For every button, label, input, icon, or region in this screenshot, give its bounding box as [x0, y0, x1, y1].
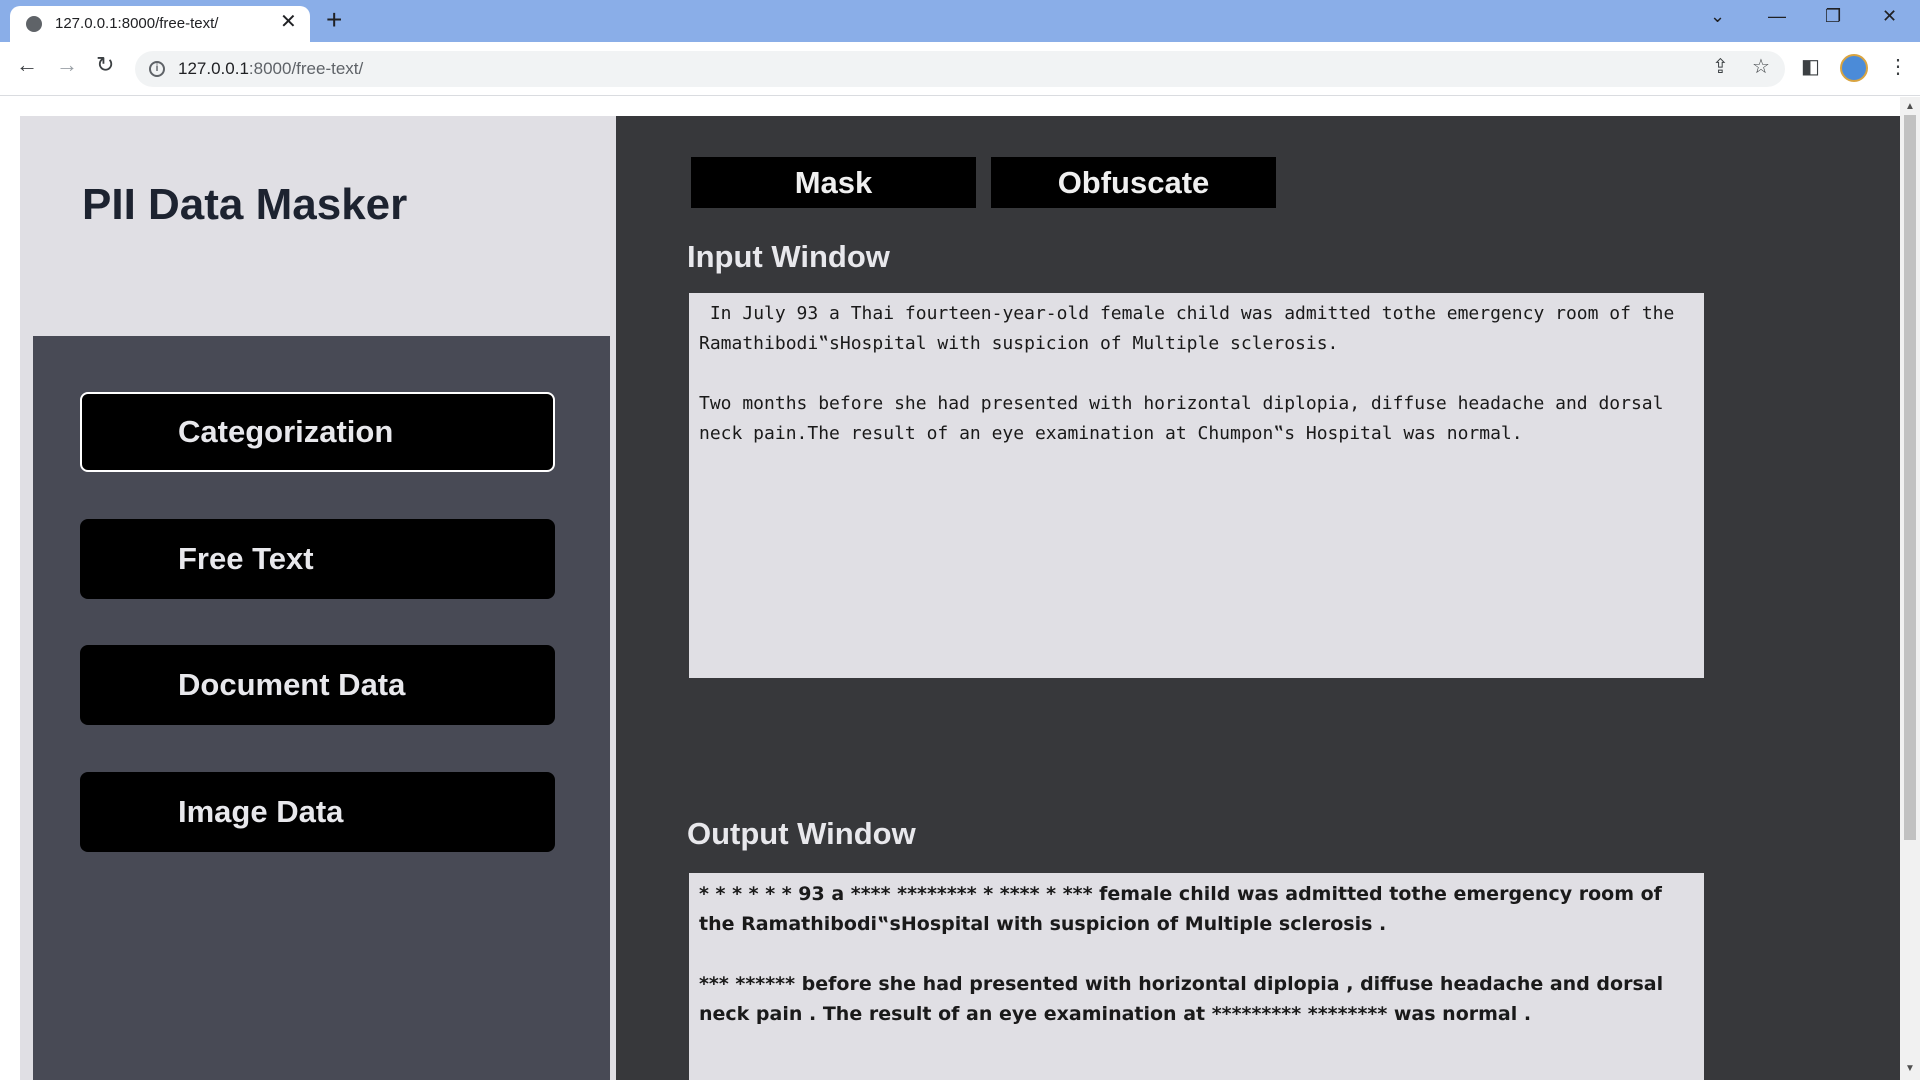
main-panel: Mask Obfuscate Input Window In July 93 a… [616, 116, 1900, 1080]
url-path: :8000/free-text/ [248, 59, 364, 78]
scroll-up-icon[interactable]: ▲ [1905, 101, 1915, 112]
scrollbar-thumb[interactable] [1904, 115, 1916, 840]
sidebar: Categorization Free Text Document Data I… [20, 336, 616, 1080]
forward-icon[interactable]: → [56, 54, 78, 76]
nav-document-data-button[interactable]: Document Data [80, 645, 555, 725]
browser-tab[interactable]: 127.0.0.1:8000/free-text/ ✕ [10, 6, 310, 42]
new-tab-icon[interactable]: + [326, 6, 342, 34]
back-icon[interactable]: ← [16, 54, 38, 76]
output-window-label: Output Window [687, 816, 916, 851]
address-bar[interactable]: i 127.0.0.1:8000/free-text/ [135, 51, 1785, 87]
browser-toolbar: ← → ↻ i 127.0.0.1:8000/free-text/ ⇪ ☆ ◧ … [0, 42, 1920, 96]
input-window-label: Input Window [687, 239, 890, 274]
share-icon[interactable]: ⇪ [1712, 56, 1729, 78]
sidebar-nav: Categorization Free Text Document Data I… [33, 336, 610, 1080]
profile-avatar[interactable] [1840, 54, 1868, 82]
tab-title: 127.0.0.1:8000/free-text/ [55, 15, 219, 32]
minimize-icon[interactable]: — [1768, 6, 1786, 27]
url-text: 127.0.0.1:8000/free-text/ [178, 59, 363, 79]
nav-categorization-button[interactable]: Categorization [80, 392, 555, 472]
obfuscate-button[interactable]: Obfuscate [991, 157, 1276, 208]
page-scrollbar[interactable]: ▲ ▼ [1900, 97, 1920, 1080]
reload-icon[interactable]: ↻ [96, 54, 114, 76]
sidebar-header: PII Data Masker [20, 116, 616, 336]
scroll-down-icon[interactable]: ▼ [1905, 1063, 1915, 1074]
mask-button[interactable]: Mask [691, 157, 976, 208]
nav-free-text-button[interactable]: Free Text [80, 519, 555, 599]
close-tab-icon[interactable]: ✕ [280, 12, 297, 32]
app-title: PII Data Masker [82, 180, 408, 229]
url-host: 127.0.0.1 [178, 59, 249, 78]
browser-tab-bar: 127.0.0.1:8000/free-text/ ✕ + ⌄ — ❐ ✕ [0, 0, 1920, 42]
output-textarea: * * * * * * 93 a **** ******** * **** * … [689, 873, 1704, 1080]
bookmark-star-icon[interactable]: ☆ [1752, 56, 1770, 78]
restore-icon[interactable]: ❐ [1825, 6, 1841, 27]
side-panel-icon[interactable]: ◧ [1801, 56, 1820, 78]
menu-kebab-icon[interactable]: ⋮ [1888, 56, 1908, 78]
input-textarea[interactable]: In July 93 a Thai fourteen-year-old fema… [689, 293, 1704, 678]
globe-icon [26, 16, 42, 32]
info-icon[interactable]: i [149, 61, 165, 77]
page-content: PII Data Masker Categorization Free Text… [0, 97, 1920, 1080]
chevron-down-icon[interactable]: ⌄ [1710, 6, 1725, 27]
nav-image-data-button[interactable]: Image Data [80, 772, 555, 852]
close-window-icon[interactable]: ✕ [1882, 6, 1897, 27]
